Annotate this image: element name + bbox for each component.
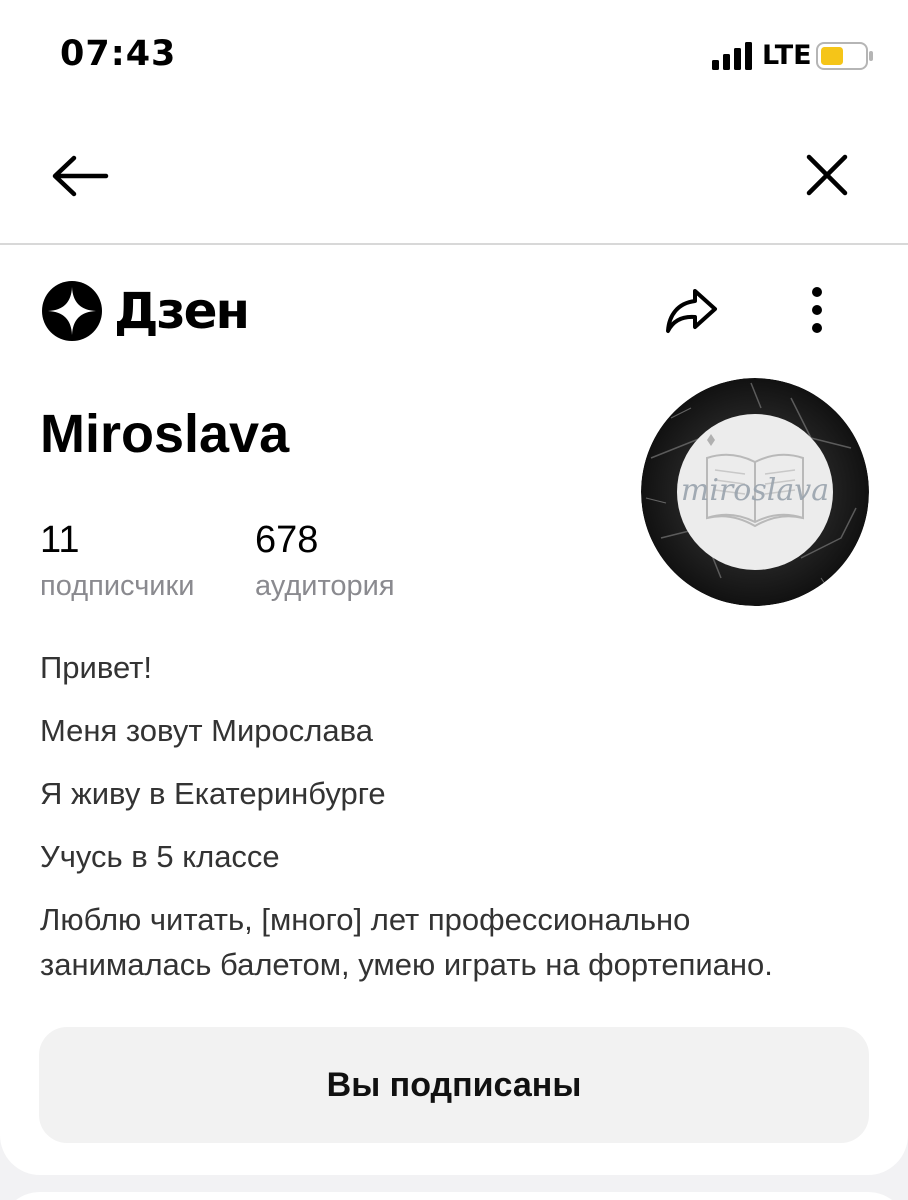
dzen-logo-text: Дзен <box>114 282 250 340</box>
battery-icon <box>816 42 873 70</box>
bio-line: Привет! <box>40 650 152 685</box>
bio-line: Я живу в Екатеринбурге <box>40 776 386 811</box>
audience-stat: 678 аудитория <box>255 517 395 607</box>
avatar-image: miroslava <box>641 378 869 606</box>
status-time: 07:43 <box>60 34 177 74</box>
audience-count: 678 <box>255 519 319 561</box>
audience-label: аудитория <box>255 570 395 602</box>
subscribers-stat[interactable]: 11 подписчики <box>40 517 194 607</box>
dzen-logo-icon <box>42 281 102 341</box>
bio-line: Учусь в 5 классе <box>40 839 280 874</box>
subscribed-button[interactable]: Вы подписаны <box>39 1027 869 1143</box>
channel-description: Привет! Меня зовут Мирослава Я живу в Ек… <box>40 645 870 1005</box>
status-bar: 07:43 LTE <box>0 0 908 110</box>
subscribers-label: подписчики <box>40 570 195 602</box>
channel-card: Дзен Miroslava 11 подписчики 678 аудитор… <box>0 245 908 1175</box>
close-icon[interactable] <box>800 148 854 202</box>
avatar: miroslava <box>641 378 869 606</box>
profile-page: 07:43 LTE Дзен Miroslava 11 подписчики 6… <box>0 0 908 1200</box>
dzen-logo[interactable]: Дзен <box>42 281 250 341</box>
subscribers-count: 11 <box>40 519 80 561</box>
network-label: LTE <box>762 40 812 71</box>
more-vertical-icon[interactable] <box>798 285 836 335</box>
avatar-signature: miroslava <box>681 473 829 508</box>
bio-line: Меня зовут Мирослава <box>40 713 373 748</box>
channel-name: Miroslava <box>40 404 290 464</box>
next-card-edge <box>0 1192 908 1200</box>
arrow-left-icon[interactable] <box>48 150 112 202</box>
signal-icon <box>712 42 752 70</box>
navigation-bar <box>0 110 908 245</box>
share-icon[interactable] <box>662 285 720 337</box>
bio-line: Люблю читать, [много] лет профессиональн… <box>40 902 773 982</box>
